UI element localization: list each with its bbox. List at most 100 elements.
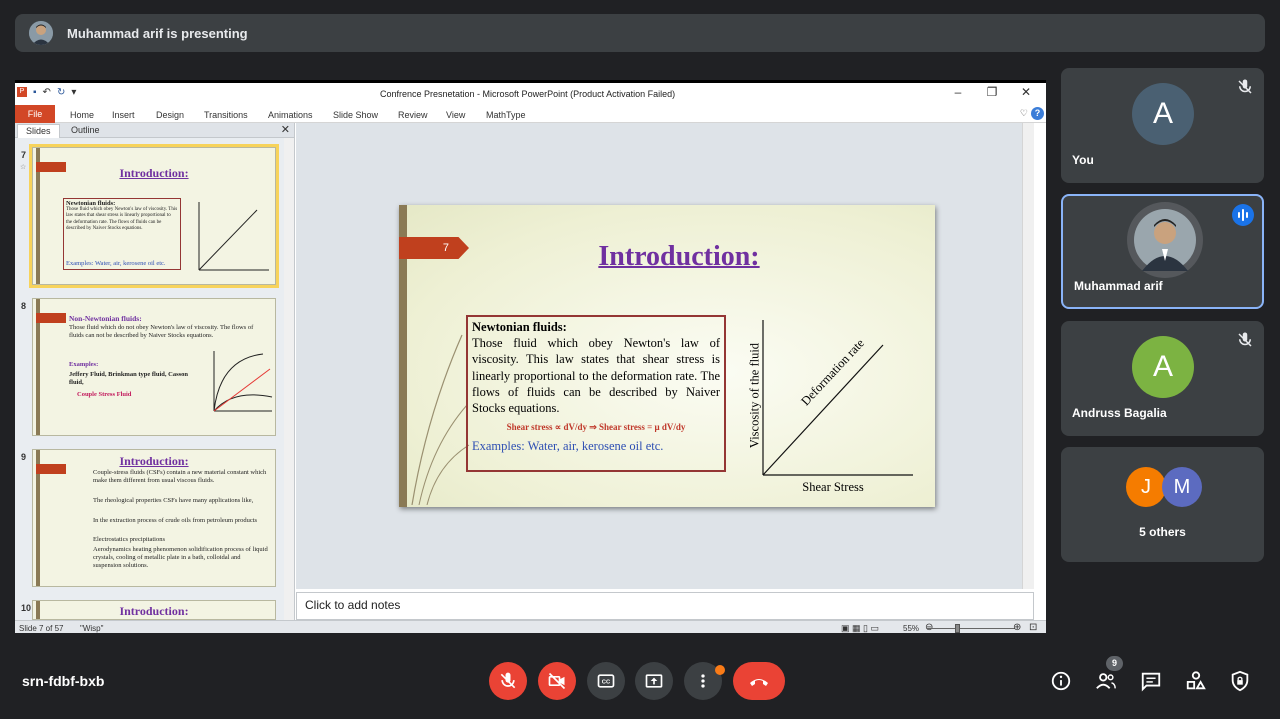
tab-slide-show[interactable]: Slide Show <box>333 110 378 120</box>
thumb-body: Those fluid which do not obey Newton's l… <box>69 324 254 340</box>
thumb-graph <box>213 351 273 412</box>
tab-insert[interactable]: Insert <box>112 110 135 120</box>
info-icon <box>1051 671 1071 691</box>
thumb-examples-head: Examples: <box>69 361 99 368</box>
others-count: 5 others <box>1139 525 1186 539</box>
y-axis-label: Viscosity of the fluid <box>747 342 762 449</box>
slide-counter: Slide 7 of 57 <box>19 624 64 633</box>
thumb-number: 8 <box>21 301 27 311</box>
transition-star-icon: ☆ <box>20 164 27 171</box>
tab-file[interactable]: File <box>15 105 55 123</box>
undo-icon[interactable]: ↶ <box>43 87 51 98</box>
ribbon-tabs: File Home Insert Design Transitions Anim… <box>15 105 1046 123</box>
viscosity-graph: Viscosity of the fluid Deformation rate … <box>743 310 923 500</box>
close-window-button[interactable]: ✕ <box>1011 85 1041 99</box>
restore-button[interactable]: ❐ <box>977 85 1007 99</box>
people-icon <box>1096 673 1116 689</box>
thumb-number: 9 <box>21 452 27 462</box>
help-icon[interactable]: ? <box>1031 107 1044 120</box>
zoom-level[interactable]: 55% <box>903 624 919 633</box>
pane-tabs: Slides Outline ✕ <box>15 123 294 138</box>
slides-pane: Slides Outline ✕ 7 ☆ Introduction: Newto… <box>15 123 295 620</box>
ppt-titlebar: P ▪ ↶ ↻ ▾ Confrence Presnetation - Micro… <box>15 83 1046 105</box>
minimize-button[interactable]: – <box>943 85 973 99</box>
zoom-slider[interactable] <box>927 628 1015 629</box>
notification-dot <box>715 665 725 675</box>
more-vert-icon <box>701 674 705 688</box>
zoom-in-icon[interactable]: ⊕ <box>1013 622 1021 633</box>
thumb-def-examples: Examples: Water, air, kerosene oil etc. <box>66 260 166 267</box>
tab-view[interactable]: View <box>446 110 465 120</box>
participant-tile-you[interactable]: A You <box>1061 68 1264 183</box>
notes-field[interactable]: Click to add notes <box>296 592 1034 620</box>
mic-off-icon <box>1238 79 1252 94</box>
thumb-heading: Non-Newtonian fluids: <box>69 314 142 323</box>
pane-scrollbar[interactable] <box>284 138 294 620</box>
tab-transitions[interactable]: Transitions <box>204 110 248 120</box>
redo-icon[interactable]: ↻ <box>57 87 65 98</box>
activities-icon <box>1186 671 1206 690</box>
host-controls-button[interactable] <box>1228 669 1252 693</box>
slide-thumbnail-7[interactable]: Introduction: Newtonian fluids: Those fl… <box>29 144 279 288</box>
avatar <box>1127 202 1203 278</box>
thumb-bullet: Electrostatics precipitations <box>93 536 166 543</box>
thumb-title: Introduction: <box>119 166 189 180</box>
thumb-title: Introduction: <box>119 604 189 618</box>
x-axis-label: Shear Stress <box>802 480 864 494</box>
minimize-ribbon-icon[interactable]: ♡ <box>1020 108 1028 119</box>
toggle-camera-button[interactable] <box>538 662 576 700</box>
thumb-definition-box: Newtonian fluids: Those fluid which obey… <box>63 198 181 270</box>
examples-text: Examples: Water, air, kerosene oil etc. <box>472 439 664 454</box>
closed-captions-icon: CC <box>597 674 615 688</box>
people-button[interactable] <box>1094 669 1118 693</box>
tab-review[interactable]: Review <box>398 110 428 120</box>
thumb-title: Introduction: <box>119 454 189 468</box>
slide-thumbnail-9[interactable]: Introduction: Couple-stress fluids (CSFs… <box>32 449 276 587</box>
tab-mathtype[interactable]: MathType <box>486 110 526 120</box>
toggle-microphone-button[interactable] <box>489 662 527 700</box>
tab-animations[interactable]: Animations <box>268 110 313 120</box>
definition-heading: Newtonian fluids: <box>472 320 567 334</box>
tab-home[interactable]: Home <box>70 110 94 120</box>
shear-stress-formula: Shear stress ∝ dV/dy ⇒ Shear stress = μ … <box>506 422 686 433</box>
captions-button[interactable]: CC <box>587 662 625 700</box>
presenter-avatar <box>29 21 53 45</box>
current-slide[interactable]: 7 Introduction: Newtonian fluids: Those … <box>399 205 935 507</box>
activities-button[interactable] <box>1184 669 1208 693</box>
participant-tile-andruss-bagalia[interactable]: A Andruss Bagalia <box>1061 321 1264 436</box>
participant-tile-muhammad-arif[interactable]: Muhammad arif <box>1061 194 1264 309</box>
thumb-number: 7 <box>21 150 27 160</box>
tab-slides[interactable]: Slides <box>17 124 60 138</box>
avatar: A <box>1132 83 1194 145</box>
speaking-indicator-icon <box>1232 204 1254 226</box>
present-screen-button[interactable] <box>635 662 673 700</box>
present-icon <box>645 674 663 688</box>
status-bar: Slide 7 of 57 "Wisp" ▣ ▦ ▯ ▭ 55% ⊖ ⊕ ⊡ <box>15 620 1046 633</box>
thumb-number-tag <box>36 313 66 323</box>
tab-design[interactable]: Design <box>156 110 184 120</box>
fit-slide-icon[interactable]: ⊡ <box>1029 622 1037 633</box>
meeting-details-button[interactable] <box>1049 669 1073 693</box>
people-count-badge: 9 <box>1106 656 1123 671</box>
participant-name: Andruss Bagalia <box>1072 406 1167 420</box>
shared-screen-powerpoint: P ▪ ↶ ↻ ▾ Confrence Presnetation - Micro… <box>15 80 1046 633</box>
participant-name: You <box>1072 153 1094 167</box>
avatar: M <box>1162 467 1202 507</box>
slide-editor: 7 Introduction: Newtonian fluids: Those … <box>296 123 1034 589</box>
definition-text: Those fluid which obey Newton's law of v… <box>472 336 720 415</box>
slide-thumbnail-10[interactable]: Introduction: <box>32 600 276 620</box>
save-icon[interactable]: ▪ <box>33 87 37 98</box>
view-buttons[interactable]: ▣ ▦ ▯ ▭ <box>841 623 879 633</box>
tab-outline[interactable]: Outline <box>63 124 108 138</box>
thumb-bullet: In the extraction process of crude oils … <box>93 517 258 524</box>
presenter-label: Muhammad arif is presenting <box>67 25 248 41</box>
zoom-slider-thumb[interactable] <box>955 624 960 633</box>
chat-button[interactable] <box>1139 669 1163 693</box>
customize-toolbar-icon[interactable]: ▾ <box>71 87 76 98</box>
participant-tile-others[interactable]: J M 5 others <box>1061 447 1264 562</box>
stage-scrollbar[interactable] <box>1022 123 1034 589</box>
leave-call-button[interactable] <box>733 662 785 700</box>
svg-text:CC: CC <box>602 680 611 686</box>
close-pane-icon[interactable]: ✕ <box>281 123 290 136</box>
slide-thumbnail-8[interactable]: Non-Newtonian fluids: Those fluid which … <box>32 298 276 436</box>
